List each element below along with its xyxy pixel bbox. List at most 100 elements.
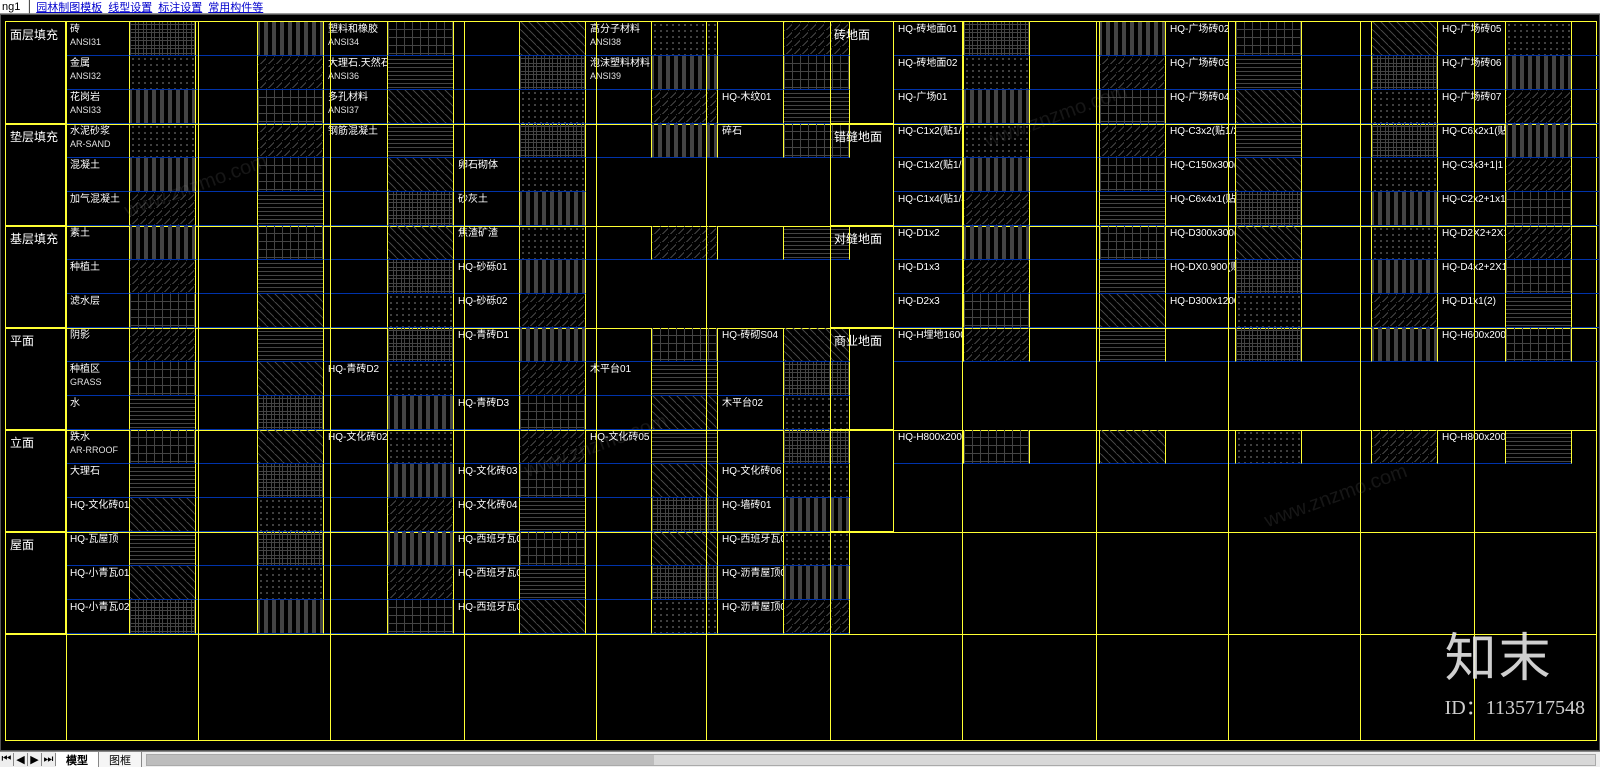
hatch-swatch[interactable]: [1506, 294, 1572, 328]
hatch-swatch[interactable]: [652, 22, 718, 56]
hatch-swatch[interactable]: [652, 362, 718, 396]
hatch-swatch[interactable]: [1506, 260, 1572, 294]
hatch-swatch[interactable]: [130, 90, 196, 124]
hatch-swatch[interactable]: [1506, 22, 1572, 56]
hatch-swatch[interactable]: [388, 464, 454, 498]
hatch-swatch[interactable]: [520, 226, 586, 260]
hatch-swatch[interactable]: [258, 90, 324, 124]
hatch-swatch[interactable]: [130, 362, 196, 396]
hatch-swatch[interactable]: [388, 566, 454, 600]
hatch-swatch[interactable]: [652, 566, 718, 600]
scrollbar-thumb[interactable]: [147, 755, 654, 765]
hatch-swatch[interactable]: [520, 90, 586, 124]
hatch-swatch[interactable]: [258, 124, 324, 158]
drawing-canvas[interactable]: 面层填充砖ANSI31塑料和橡胶ANSI34高分子材料ANSI38金属ANSI3…: [0, 14, 1600, 751]
hatch-swatch[interactable]: [1506, 430, 1572, 464]
hatch-swatch[interactable]: [1506, 56, 1572, 90]
hatch-swatch[interactable]: [520, 566, 586, 600]
hatch-swatch[interactable]: [1100, 56, 1166, 90]
hatch-swatch[interactable]: [520, 532, 586, 566]
hatch-swatch[interactable]: [388, 396, 454, 430]
hatch-swatch[interactable]: [520, 22, 586, 56]
hatch-swatch[interactable]: [258, 566, 324, 600]
hatch-swatch[interactable]: [1100, 192, 1166, 226]
hatch-swatch[interactable]: [388, 226, 454, 260]
hatch-swatch[interactable]: [258, 226, 324, 260]
hatch-swatch[interactable]: [1100, 90, 1166, 124]
hatch-swatch[interactable]: [1236, 294, 1302, 328]
hatch-swatch[interactable]: [130, 396, 196, 430]
hatch-swatch[interactable]: [1372, 430, 1438, 464]
hatch-swatch[interactable]: [130, 294, 196, 328]
menu-link-1[interactable]: 线型设置: [108, 0, 152, 15]
hatch-swatch[interactable]: [388, 124, 454, 158]
layout-tab-sheet[interactable]: 图框: [99, 752, 142, 767]
hatch-swatch[interactable]: [964, 124, 1030, 158]
hatch-swatch[interactable]: [652, 600, 718, 634]
hatch-swatch[interactable]: [652, 532, 718, 566]
hatch-swatch[interactable]: [964, 56, 1030, 90]
hatch-swatch[interactable]: [258, 532, 324, 566]
hatch-swatch[interactable]: [1372, 158, 1438, 192]
hatch-swatch[interactable]: [1372, 22, 1438, 56]
hatch-swatch[interactable]: [784, 566, 850, 600]
hatch-swatch[interactable]: [388, 328, 454, 362]
hatch-swatch[interactable]: [520, 464, 586, 498]
hatch-swatch[interactable]: [1506, 158, 1572, 192]
hatch-swatch[interactable]: [388, 22, 454, 56]
hatch-swatch[interactable]: [1100, 226, 1166, 260]
hatch-swatch[interactable]: [652, 498, 718, 532]
hatch-swatch[interactable]: [652, 328, 718, 362]
hatch-swatch[interactable]: [130, 464, 196, 498]
hatch-swatch[interactable]: [1236, 56, 1302, 90]
hatch-swatch[interactable]: [130, 56, 196, 90]
hatch-swatch[interactable]: [1372, 90, 1438, 124]
hatch-swatch[interactable]: [652, 56, 718, 90]
hatch-swatch[interactable]: [652, 90, 718, 124]
hatch-swatch[interactable]: [784, 532, 850, 566]
hatch-swatch[interactable]: [258, 260, 324, 294]
hatch-swatch[interactable]: [1236, 158, 1302, 192]
hatch-swatch[interactable]: [1506, 226, 1572, 260]
hatch-swatch[interactable]: [964, 22, 1030, 56]
hatch-swatch[interactable]: [1236, 328, 1302, 362]
hatch-swatch[interactable]: [1372, 56, 1438, 90]
hatch-swatch[interactable]: [258, 464, 324, 498]
hatch-swatch[interactable]: [1372, 260, 1438, 294]
hatch-swatch[interactable]: [784, 600, 850, 634]
hatch-swatch[interactable]: [388, 90, 454, 124]
hatch-swatch[interactable]: [1372, 294, 1438, 328]
hatch-swatch[interactable]: [388, 600, 454, 634]
hatch-swatch[interactable]: [964, 328, 1030, 362]
hatch-swatch[interactable]: [520, 328, 586, 362]
hatch-swatch[interactable]: [258, 56, 324, 90]
hatch-swatch[interactable]: [964, 226, 1030, 260]
hatch-swatch[interactable]: [1372, 328, 1438, 362]
hatch-swatch[interactable]: [388, 56, 454, 90]
hatch-swatch[interactable]: [964, 294, 1030, 328]
hatch-swatch[interactable]: [1100, 294, 1166, 328]
hatch-swatch[interactable]: [258, 362, 324, 396]
tab-nav-first[interactable]: ⏮: [0, 753, 14, 766]
hatch-swatch[interactable]: [130, 260, 196, 294]
menu-link-0[interactable]: 园林制图模板: [36, 0, 102, 15]
hatch-swatch[interactable]: [1100, 430, 1166, 464]
horizontal-scrollbar[interactable]: [146, 754, 1596, 766]
hatch-swatch[interactable]: [130, 498, 196, 532]
hatch-swatch[interactable]: [388, 192, 454, 226]
hatch-swatch[interactable]: [130, 328, 196, 362]
hatch-swatch[interactable]: [130, 430, 196, 464]
hatch-swatch[interactable]: [652, 124, 718, 158]
hatch-swatch[interactable]: [388, 260, 454, 294]
hatch-swatch[interactable]: [652, 430, 718, 464]
hatch-swatch[interactable]: [652, 226, 718, 260]
hatch-swatch[interactable]: [520, 498, 586, 532]
hatch-swatch[interactable]: [1100, 328, 1166, 362]
hatch-swatch[interactable]: [388, 294, 454, 328]
hatch-swatch[interactable]: [520, 396, 586, 430]
tab-nav-last[interactable]: ⏭: [42, 753, 56, 766]
hatch-swatch[interactable]: [388, 430, 454, 464]
hatch-swatch[interactable]: [258, 430, 324, 464]
hatch-swatch[interactable]: [130, 158, 196, 192]
hatch-swatch[interactable]: [1506, 124, 1572, 158]
